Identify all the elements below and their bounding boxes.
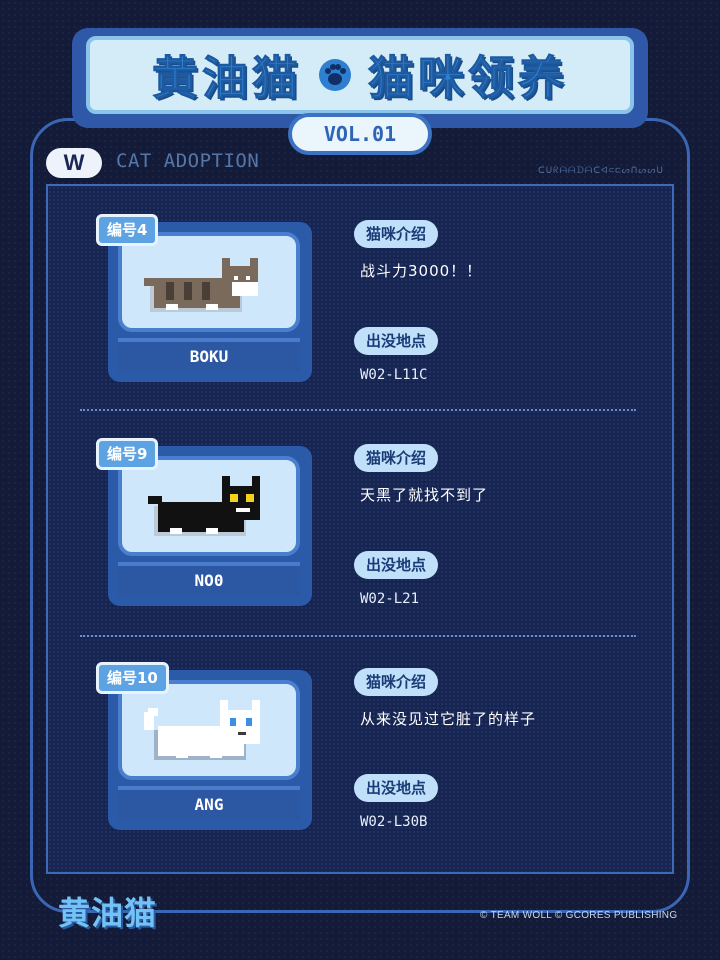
- cat-number-tag: 编号10: [96, 662, 169, 694]
- cat-number-tag: 编号9: [96, 438, 159, 470]
- location-label: 出没地点: [354, 551, 439, 579]
- location-label: 出没地点: [354, 774, 439, 802]
- cat-description: 战斗力3000！！: [360, 262, 483, 280]
- cat-name: BOKU: [118, 338, 300, 372]
- cat-sprite-tabby: [144, 258, 258, 312]
- title-right: 猫咪领养: [368, 51, 568, 106]
- footer-logo: 黄油猫: [58, 894, 158, 932]
- volume-badge: VOL.01: [288, 113, 432, 155]
- cat-location: W02-L11C: [360, 367, 428, 383]
- title-left: 黄油猫: [152, 51, 302, 106]
- cat-card: BOKU 编号4: [96, 214, 316, 382]
- cat-number-tag: 编号4: [96, 214, 159, 246]
- paw-icon: [318, 58, 352, 92]
- cat-sprite-white: [144, 700, 260, 760]
- location-label: 出没地点: [354, 327, 439, 355]
- title-box: 黄油猫 猫咪领养: [86, 36, 634, 114]
- intro-label: 猫咪介绍: [354, 668, 439, 696]
- cat-location: W02-L21: [360, 591, 420, 607]
- intro-label: 猫咪介绍: [354, 444, 439, 472]
- cat-card: NO0 编号9: [96, 438, 316, 606]
- cat-description: 天黑了就找不到了: [360, 486, 489, 504]
- code-text: ᑕᑌᖇᗩᗩᗪᗩᑕᐊ⊂⊏ᔕᑎᔕᔕᑌ: [538, 166, 664, 176]
- cat-location: W02-L30B: [360, 814, 428, 830]
- cat-sprite-black: [148, 476, 260, 536]
- cat-name: ANG: [118, 786, 300, 820]
- cat-description: 从来没见过它脏了的样子: [360, 710, 537, 728]
- copyright: © TEAM WOLL © GCORES PUBLISHING: [480, 910, 678, 921]
- cat-name: NO0: [118, 562, 300, 596]
- woll-logo: W: [46, 148, 102, 178]
- divider: [80, 409, 636, 411]
- cat-card: ANG 编号10: [96, 662, 316, 830]
- section-label: CAT ADOPTION: [116, 150, 260, 172]
- divider: [80, 635, 636, 637]
- intro-label: 猫咪介绍: [354, 220, 439, 248]
